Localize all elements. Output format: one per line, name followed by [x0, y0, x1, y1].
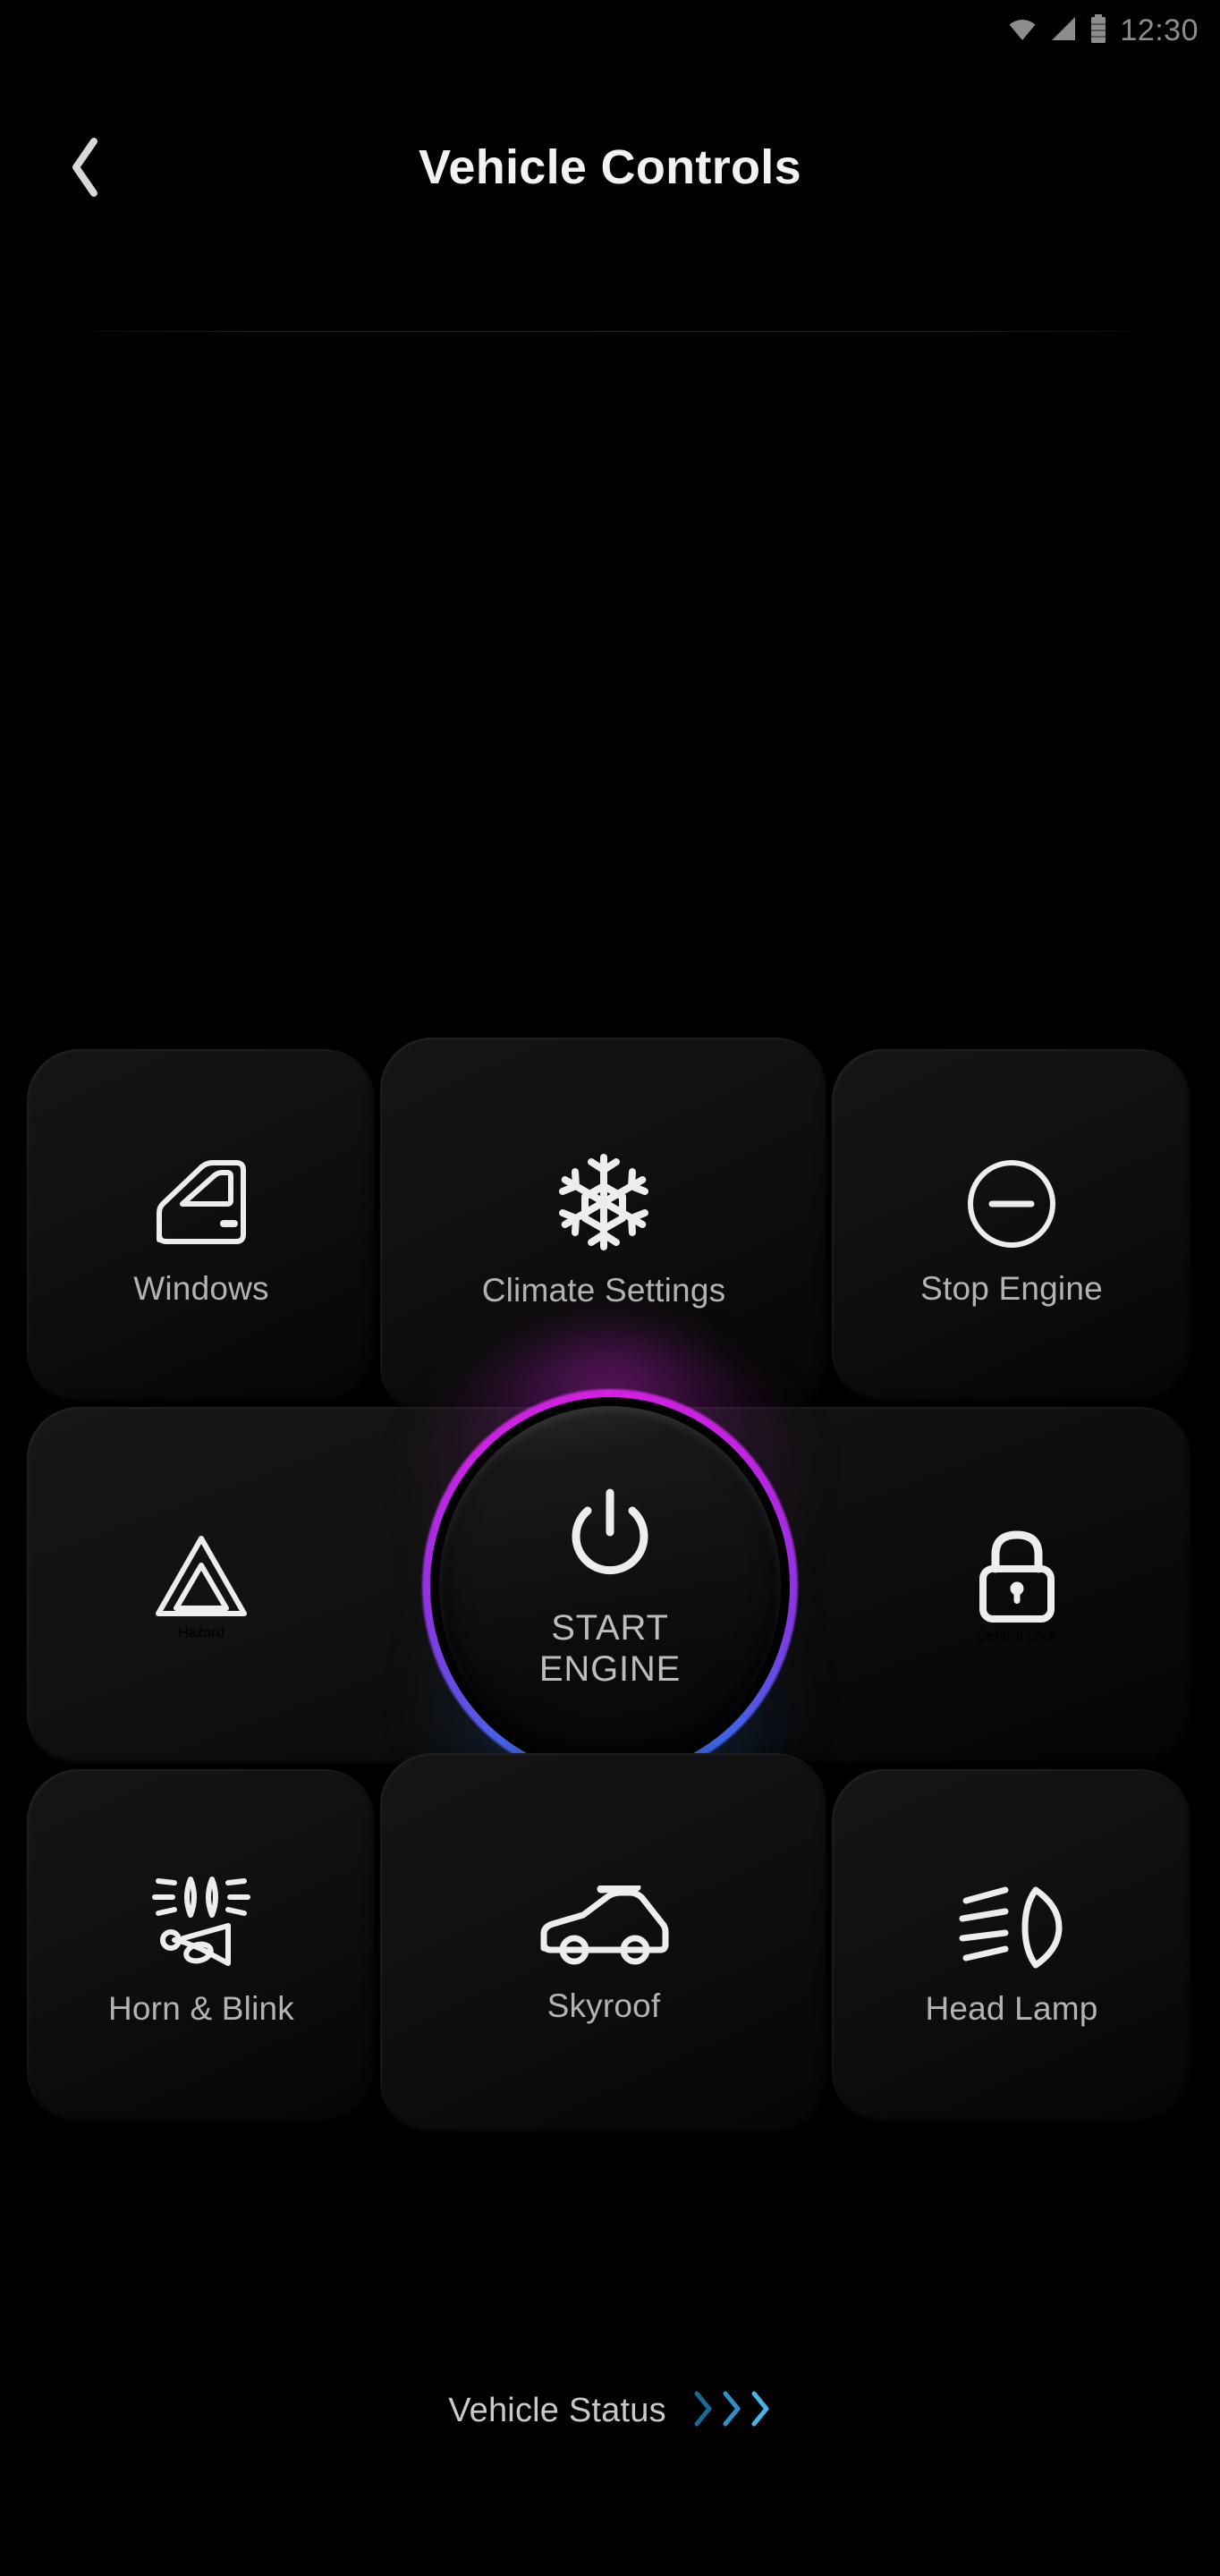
tile-label: Head Lamp [925, 1989, 1098, 2027]
control-tile-stop-engine[interactable]: Stop Engine [832, 1049, 1191, 1402]
chevron-right-icon [720, 2389, 743, 2433]
chevron-right-icon [691, 2389, 715, 2433]
tile-label: Stop Engine [920, 1269, 1103, 1307]
snowflake-icon [557, 1147, 650, 1252]
lock-closed-icon [974, 1528, 1060, 1629]
start-engine-button[interactable]: START ENGINE [369, 1335, 851, 1836]
tile-label: Hazard [178, 1624, 225, 1640]
headlamp-icon [959, 1865, 1064, 1970]
control-tile-hazard[interactable]: Hazard [27, 1407, 376, 1765]
car-door-icon [150, 1145, 252, 1250]
power-icon [566, 1487, 654, 1583]
start-engine-label-line2: ENGINE [538, 1648, 682, 1689]
horn-blink-icon [151, 1865, 251, 1970]
vehicle-controls-screen: 12:30 Vehicle Controls Windows Climate S… [0, 0, 1220, 2576]
car-sunroof-icon [537, 1862, 671, 1968]
start-engine-label-line1: START [551, 1607, 669, 1648]
control-tile-horn[interactable]: Horn & Blink [27, 1769, 376, 2123]
start-engine-label: START ENGINE [539, 1608, 681, 1690]
control-tile-skyroof[interactable]: Skyroof [380, 1753, 827, 2133]
tile-label: Skyroof [546, 1987, 661, 2024]
control-tile-climate[interactable]: Climate Settings [380, 1038, 827, 1418]
hazard-triangle-icon [153, 1531, 250, 1625]
control-tile-central-lock[interactable]: Central Lock [843, 1407, 1191, 1765]
control-tile-windows[interactable]: Windows [27, 1049, 376, 1402]
tile-label: Horn & Blink [107, 1989, 295, 2027]
control-tile-headlamp[interactable]: Head Lamp [832, 1769, 1191, 2123]
vehicle-status-label: Vehicle Status [448, 2391, 666, 2429]
vehicle-status-link[interactable]: Vehicle Status [0, 2361, 1220, 2460]
control-grid: Windows Climate Settings Stop Engine Haz… [0, 0, 1220, 2576]
tile-label: Central Lock [977, 1628, 1057, 1644]
tile-label: Windows [133, 1269, 269, 1307]
vehicle-status-chevrons [691, 2389, 772, 2433]
tile-label: Climate Settings [481, 1271, 726, 1309]
chevron-right-icon [749, 2389, 772, 2433]
minus-circle-icon [965, 1145, 1058, 1250]
